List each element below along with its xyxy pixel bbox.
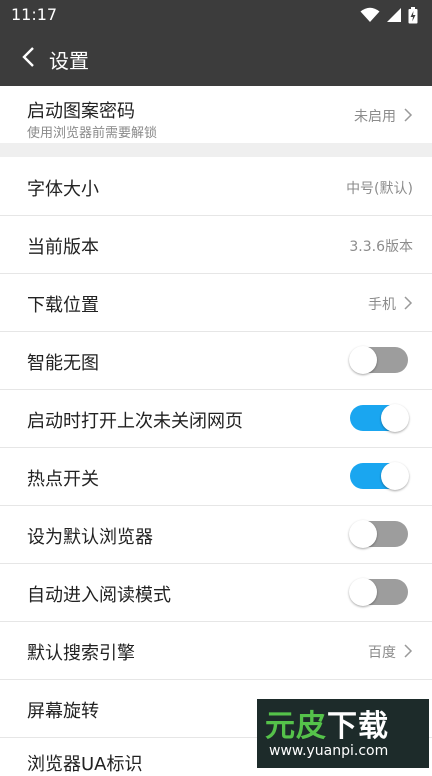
- chevron-right-icon: [404, 644, 413, 658]
- auto-reader-label: 自动进入阅读模式: [27, 585, 171, 606]
- search-engine-label: 默认搜索引擎: [27, 643, 135, 664]
- search-engine-value: 百度: [368, 645, 396, 661]
- chevron-right-icon: [404, 296, 413, 310]
- toggle-knob: [381, 462, 409, 490]
- download-location-row[interactable]: 下载位置 手机: [0, 274, 432, 332]
- version-label: 当前版本: [27, 237, 99, 258]
- status-bar: 11:17: [0, 0, 432, 29]
- signal-icon: [387, 8, 401, 22]
- pattern-lock-value: 未启用: [354, 109, 396, 125]
- back-arrow-icon: [22, 47, 34, 67]
- smart-no-image-label: 智能无图: [27, 353, 99, 374]
- hotspot-label: 热点开关: [27, 469, 99, 490]
- font-size-label: 字体大小: [27, 179, 99, 200]
- pattern-lock-label: 启动图案密码: [27, 101, 135, 122]
- hotspot-toggle[interactable]: [350, 462, 409, 490]
- toggle-knob: [349, 578, 377, 606]
- default-browser-row: 设为默认浏览器: [0, 506, 432, 564]
- watermark-title: 元皮下载: [265, 709, 389, 744]
- app-bar: 设置: [0, 29, 432, 86]
- auto-reader-toggle[interactable]: [349, 578, 408, 606]
- download-location-label: 下载位置: [27, 295, 99, 316]
- default-browser-label: 设为默认浏览器: [27, 527, 153, 548]
- toggle-knob: [381, 404, 409, 432]
- smart-no-image-row: 智能无图: [0, 332, 432, 390]
- version-value: 3.3.6版本: [349, 239, 413, 255]
- default-browser-toggle[interactable]: [349, 520, 408, 548]
- font-size-value: 中号(默认): [346, 181, 413, 197]
- restore-tabs-toggle[interactable]: [350, 404, 409, 432]
- watermark-url: www.yuanpi.com: [269, 743, 389, 759]
- status-icons: [360, 6, 418, 24]
- restore-tabs-row: 启动时打开上次未关闭网页: [0, 390, 432, 448]
- pattern-lock-row[interactable]: 启动图案密码 使用浏览器前需要解锁 未启用: [0, 86, 432, 143]
- page-title: 设置: [49, 49, 89, 73]
- chevron-right-icon: [404, 108, 413, 122]
- hotspot-row: 热点开关: [0, 448, 432, 506]
- auto-reader-row: 自动进入阅读模式: [0, 564, 432, 622]
- search-engine-row[interactable]: 默认搜索引擎 百度: [0, 622, 432, 680]
- status-time: 11:17: [11, 5, 58, 24]
- screen-rotation-label: 屏幕旋转: [27, 701, 99, 722]
- browser-ua-label: 浏览器UA标识: [27, 754, 143, 775]
- battery-icon: [408, 6, 418, 23]
- smart-no-image-toggle[interactable]: [349, 346, 408, 374]
- back-button[interactable]: [12, 41, 44, 73]
- font-size-row[interactable]: 字体大小 中号(默认): [0, 157, 432, 216]
- download-location-value: 手机: [368, 297, 396, 313]
- watermark-logo: 元皮下载 www.yuanpi.com: [257, 699, 429, 768]
- wifi-icon: [360, 7, 380, 22]
- pattern-lock-sub: 使用浏览器前需要解锁: [27, 126, 158, 141]
- section-divider: [0, 143, 432, 157]
- toggle-knob: [349, 520, 377, 548]
- restore-tabs-label: 启动时打开上次未关闭网页: [27, 411, 243, 432]
- toggle-knob: [349, 346, 377, 374]
- version-row[interactable]: 当前版本 3.3.6版本: [0, 216, 432, 274]
